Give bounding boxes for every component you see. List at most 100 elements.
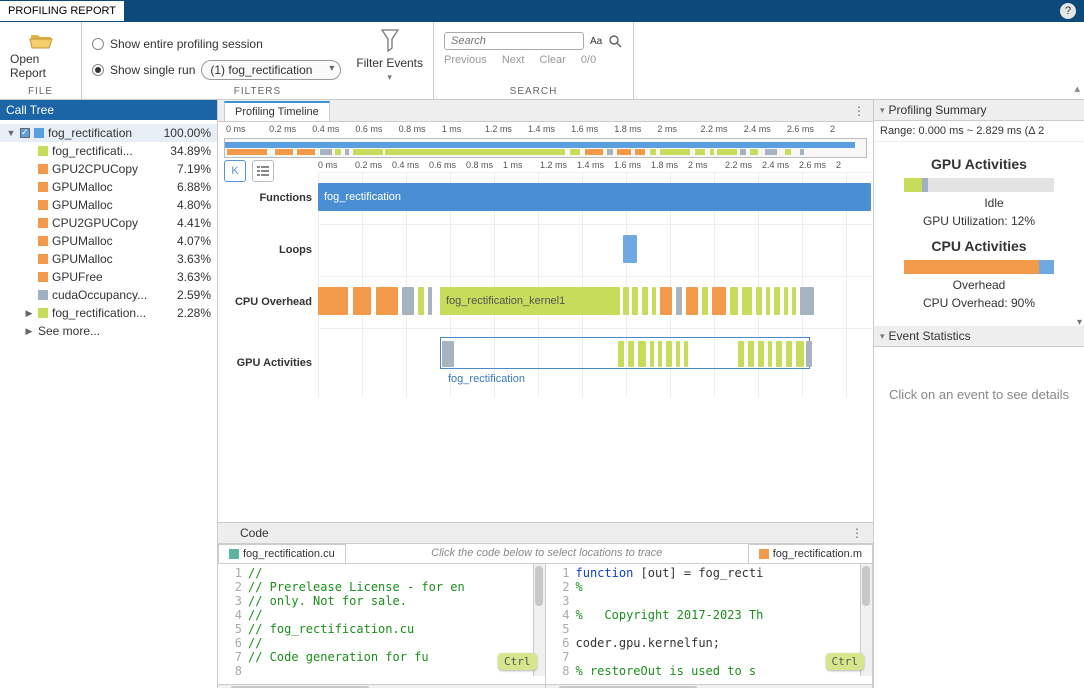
cpu-block[interactable]: [792, 287, 796, 315]
cpu-block[interactable]: [623, 287, 629, 315]
cpu-block[interactable]: [756, 287, 762, 315]
cpu-block[interactable]: [784, 287, 788, 315]
open-report-button[interactable]: Open Report: [10, 26, 71, 80]
gpu-block[interactable]: [628, 341, 634, 367]
tree-row[interactable]: GPUMalloc6.88%: [0, 178, 217, 196]
twisty-icon[interactable]: ▶: [24, 308, 34, 319]
code-line[interactable]: 8% restoreOut is used to s: [546, 664, 873, 678]
code-tab-cu[interactable]: fog_rectification.cu: [218, 544, 346, 563]
radio-single-run[interactable]: [92, 64, 104, 76]
search-next[interactable]: Next: [502, 54, 525, 66]
filter-events-button[interactable]: Filter Events ▾: [356, 28, 423, 83]
tree-row[interactable]: GPUMalloc4.07%: [0, 232, 217, 250]
cpu-block[interactable]: [766, 287, 770, 315]
cpu-block[interactable]: [318, 287, 348, 315]
code-line[interactable]: 5: [546, 622, 873, 636]
code-line[interactable]: 7: [546, 650, 873, 664]
view-toggle-k-button[interactable]: K: [224, 160, 246, 182]
cpu-block[interactable]: fog_rectification_kernel1: [440, 287, 620, 315]
twisty-icon[interactable]: ▼: [6, 128, 16, 138]
radio-entire-session[interactable]: [92, 38, 104, 50]
tree-row[interactable]: GPUFree3.63%: [0, 268, 217, 286]
code-line[interactable]: 2%: [546, 580, 873, 594]
gpu-block[interactable]: [676, 341, 680, 367]
view-toggle-list-button[interactable]: [252, 160, 274, 182]
gpu-block[interactable]: [638, 341, 646, 367]
lane-cpu-overhead[interactable]: fog_rectification_kernel1: [318, 276, 873, 328]
scrollbar-h[interactable]: ◂ ▸: [218, 684, 545, 688]
code-line[interactable]: 7// Code generation for fu: [218, 650, 545, 664]
gpu-block[interactable]: [806, 341, 812, 367]
code-line[interactable]: 3: [546, 594, 873, 608]
summary-collapse-button[interactable]: ▾: [1077, 317, 1082, 328]
tree-row[interactable]: GPU2CPUCopy7.19%: [0, 160, 217, 178]
code-line[interactable]: 8: [218, 664, 545, 678]
cpu-block[interactable]: [376, 287, 398, 315]
tree-row[interactable]: ▶See more...: [0, 322, 217, 340]
cpu-block[interactable]: [428, 287, 432, 315]
tree-row[interactable]: CPU2GPUCopy4.41%: [0, 214, 217, 232]
cpu-block[interactable]: [712, 287, 726, 315]
gpu-block[interactable]: [658, 341, 662, 367]
run-select[interactable]: (1) fog_rectification: [201, 60, 341, 80]
timeline-minimap[interactable]: [224, 138, 867, 158]
cpu-block[interactable]: [742, 287, 752, 315]
search-icon[interactable]: [608, 34, 622, 48]
code-line[interactable]: 4% Copyright 2017-2023 Th: [546, 608, 873, 622]
func-block[interactable]: fog_rectification: [318, 183, 871, 211]
code-line[interactable]: 3// only. Not for sale.: [218, 594, 545, 608]
lane-gpu[interactable]: fog_rectification: [318, 328, 873, 398]
gpu-block[interactable]: [618, 341, 624, 367]
gpu-block[interactable]: [796, 341, 804, 367]
cpu-block[interactable]: [686, 287, 698, 315]
code-pane-left[interactable]: 1//2// Prerelease License - for en3// on…: [218, 564, 546, 688]
scrollbar-h[interactable]: ◂ ▸: [546, 684, 873, 688]
match-case-toggle[interactable]: Aa: [590, 36, 602, 47]
profiling-summary-header[interactable]: ▾ Profiling Summary: [874, 100, 1084, 121]
cpu-block[interactable]: [418, 287, 424, 315]
ribbon-collapse-button[interactable]: ▴: [1074, 82, 1080, 95]
search-prev[interactable]: Previous: [444, 54, 487, 66]
code-pane-right[interactable]: 1function [out] = fog_recti2%34% Copyrig…: [546, 564, 874, 688]
cpu-block[interactable]: [800, 287, 814, 315]
gpu-block[interactable]: [768, 341, 772, 367]
gpu-block[interactable]: [650, 341, 654, 367]
cpu-block[interactable]: [652, 287, 656, 315]
tree-row[interactable]: GPUMalloc3.63%: [0, 250, 217, 268]
search-clear[interactable]: Clear: [540, 54, 566, 66]
tab-profiling-timeline[interactable]: Profiling Timeline: [224, 101, 330, 121]
gpu-block[interactable]: [748, 341, 754, 367]
code-line[interactable]: 1//: [218, 566, 545, 580]
search-input[interactable]: [444, 32, 584, 50]
loop-block[interactable]: [623, 235, 637, 263]
timeline-menu-button[interactable]: ⋮: [853, 104, 867, 118]
gpu-block[interactable]: [786, 341, 792, 367]
gpu-block[interactable]: [666, 341, 672, 367]
gpu-block[interactable]: [776, 341, 782, 367]
tree-row[interactable]: cudaOccupancy...2.59%: [0, 286, 217, 304]
tree-row[interactable]: ▼fog_rectification100.00%: [0, 124, 217, 142]
timeline-lanes[interactable]: fog_rectification fog_rectification_kern…: [318, 172, 873, 398]
gpu-block[interactable]: [684, 341, 688, 367]
checkbox[interactable]: [20, 128, 30, 138]
cpu-block[interactable]: [402, 287, 414, 315]
lane-loops[interactable]: [318, 224, 873, 276]
cpu-block[interactable]: [730, 287, 738, 315]
cpu-block[interactable]: [353, 287, 371, 315]
tree-row[interactable]: fog_rectificati...34.89%: [0, 142, 217, 160]
code-line[interactable]: 4//: [218, 608, 545, 622]
help-button[interactable]: ?: [1060, 3, 1076, 19]
code-line[interactable]: 5// fog_rectification.cu: [218, 622, 545, 636]
gpu-block[interactable]: [758, 341, 764, 367]
code-tab-m[interactable]: fog_rectification.m: [748, 544, 873, 563]
cpu-block[interactable]: [702, 287, 708, 315]
cpu-block[interactable]: [660, 287, 672, 315]
code-line[interactable]: 1function [out] = fog_recti: [546, 566, 873, 580]
lane-functions[interactable]: fog_rectification: [318, 172, 873, 224]
cpu-block[interactable]: [774, 287, 780, 315]
event-statistics-header[interactable]: ▾ Event Statistics: [874, 326, 1084, 347]
gpu-block[interactable]: [442, 341, 454, 367]
code-line[interactable]: 6//: [218, 636, 545, 650]
cpu-block[interactable]: [632, 287, 638, 315]
cpu-block[interactable]: [676, 287, 682, 315]
